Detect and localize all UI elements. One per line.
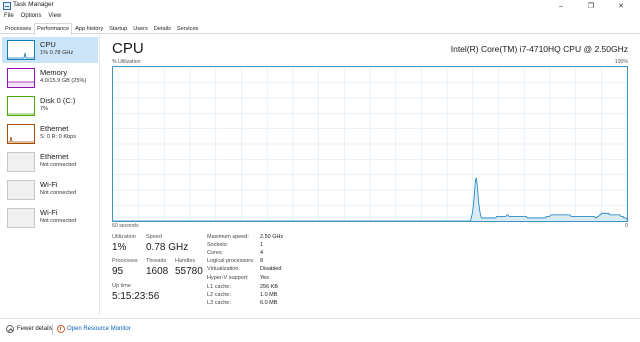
sidebar-item-cpu[interactable]: CPU 1% 0.78 GHz: [2, 37, 98, 63]
tab-users[interactable]: Users: [130, 23, 151, 34]
menu-file[interactable]: File: [0, 12, 17, 22]
utilization-value: 1%: [112, 242, 127, 253]
ethernet-thumbnail: [7, 124, 35, 144]
close-button[interactable]: ✕: [610, 0, 632, 12]
sidebar-item-detail: Not connected: [40, 218, 77, 224]
sidebar-item-detail: 7%: [40, 106, 49, 112]
sidebar-item-disk[interactable]: Disk 0 (C:) 7%: [2, 93, 98, 119]
threads-value: 1608: [146, 266, 169, 277]
spec-label: Hyper-V support:: [207, 275, 249, 281]
memory-thumbnail: [7, 68, 35, 88]
tab-details[interactable]: Details: [151, 23, 174, 34]
spec-value: 6.0 MB: [260, 300, 278, 306]
task-manager-window: Task Manager – ❐ ✕ File Options View Pro…: [0, 0, 640, 342]
graph-y-label: % Utilization: [112, 59, 141, 65]
tab-services[interactable]: Services: [174, 23, 201, 34]
processes-value: 95: [112, 266, 124, 277]
cpu-utilization-graph: [112, 66, 628, 222]
title-bar: Task Manager – ❐ ✕: [0, 0, 640, 12]
spec-value: 1.0 MB: [260, 292, 278, 298]
cpu-model-name: Intel(R) Core(TM) i7-4710HQ CPU @ 2.50GH…: [450, 44, 628, 54]
sidebar-item-label: Wi-Fi: [40, 208, 58, 217]
tab-app-history[interactable]: App history: [72, 23, 106, 34]
sidebar-item-label: Ethernet: [40, 152, 69, 161]
sidebar-item-label: Disk 0 (C:): [40, 96, 76, 105]
sidebar-item-label: CPU: [40, 40, 56, 49]
spec-value: Disabled: [260, 266, 282, 272]
sidebar-item-label: Memory: [40, 68, 68, 77]
tab-processes[interactable]: Processes: [2, 23, 34, 34]
wifi-thumbnail: [7, 180, 35, 200]
window-title: Task Manager: [13, 1, 54, 8]
sidebar-item-detail: Not connected: [40, 162, 77, 168]
spec-label: Cores:: [207, 250, 224, 256]
resource-sidebar: CPU 1% 0.78 GHz Memory 4.0/15.9 GB (25%)…: [0, 35, 100, 315]
footer-divider: [52, 324, 53, 335]
tab-startup[interactable]: Startup: [106, 23, 130, 34]
footer-bar: Fewer details Open Resource Monitor: [0, 318, 640, 342]
sidebar-item-ethernet[interactable]: Ethernet S: 0 R: 0 Kbps: [2, 121, 98, 147]
cpu-graph-svg: [113, 67, 627, 221]
tab-bar: Processes Performance App history Startu…: [0, 23, 640, 35]
speed-label: Speed: [146, 234, 162, 240]
sidebar-item-memory[interactable]: Memory 4.0/15.9 GB (25%): [2, 65, 98, 91]
sidebar-item-label: Wi-Fi: [40, 180, 58, 189]
minimize-button[interactable]: –: [550, 0, 572, 12]
disk-thumbnail: [7, 96, 35, 116]
menu-options[interactable]: Options: [17, 12, 45, 22]
spec-label: Logical processors:: [207, 258, 255, 264]
handles-value: 55780: [175, 266, 203, 277]
ethernet-2-thumbnail: [7, 152, 35, 172]
menu-view[interactable]: View: [44, 12, 64, 22]
sidebar-item-ethernet-2[interactable]: Ethernet Not connected: [2, 149, 98, 175]
graph-x-span: 60 seconds: [112, 223, 139, 229]
cpu-thumbnail: [7, 40, 35, 60]
processes-label: Processes: [112, 258, 138, 264]
menu-bar: File Options View: [0, 12, 64, 22]
sidebar-item-detail: 1% 0.78 GHz: [40, 50, 74, 56]
task-manager-icon: [3, 2, 11, 10]
tab-performance[interactable]: Performance: [34, 23, 73, 35]
fewer-details-link[interactable]: Fewer details: [17, 326, 53, 332]
sidebar-item-wifi[interactable]: Wi-Fi Not connected: [2, 177, 98, 203]
spec-label: L3 cache:: [207, 300, 231, 306]
uptime-label: Up time: [112, 283, 131, 289]
handles-label: Handles: [175, 258, 196, 264]
spec-value: 2.50 GHz: [260, 234, 284, 240]
graph-y-min: 0: [625, 223, 628, 229]
spec-value: 1: [260, 242, 264, 248]
spec-value: 256 KB: [260, 284, 279, 290]
speed-value: 0.78 GHz: [146, 242, 189, 253]
spec-value: Yes: [260, 275, 269, 281]
open-resource-monitor-link[interactable]: Open Resource Monitor: [67, 326, 131, 332]
spec-label: L2 cache:: [207, 292, 231, 298]
spec-label: Sockets:: [207, 242, 229, 248]
sidebar-item-wifi-2[interactable]: Wi-Fi Not connected: [2, 205, 98, 231]
sidebar-item-detail: S: 0 R: 0 Kbps: [40, 134, 77, 140]
threads-label: Threads: [146, 258, 167, 264]
resource-monitor-icon[interactable]: [57, 325, 65, 333]
sidebar-item-detail: 4.0/15.9 GB (25%): [40, 78, 87, 84]
page-title: CPU: [112, 40, 144, 57]
spec-label: L1 cache:: [207, 284, 231, 290]
chevron-up-icon[interactable]: [6, 325, 14, 333]
sidebar-item-detail: Not connected: [40, 190, 77, 196]
utilization-label: Utilization: [112, 234, 136, 240]
graph-y-max: 100%: [614, 59, 628, 65]
sidebar-item-label: Ethernet: [40, 124, 69, 133]
maximize-button[interactable]: ❐: [580, 0, 602, 12]
spec-value: 8: [260, 258, 264, 264]
spec-label: Maximum speed:: [207, 234, 249, 240]
wifi-2-thumbnail: [7, 208, 35, 228]
spec-label: Virtualization:: [207, 266, 240, 272]
uptime-value: 5:15:23:56: [112, 291, 160, 302]
spec-value: 4: [260, 250, 264, 256]
